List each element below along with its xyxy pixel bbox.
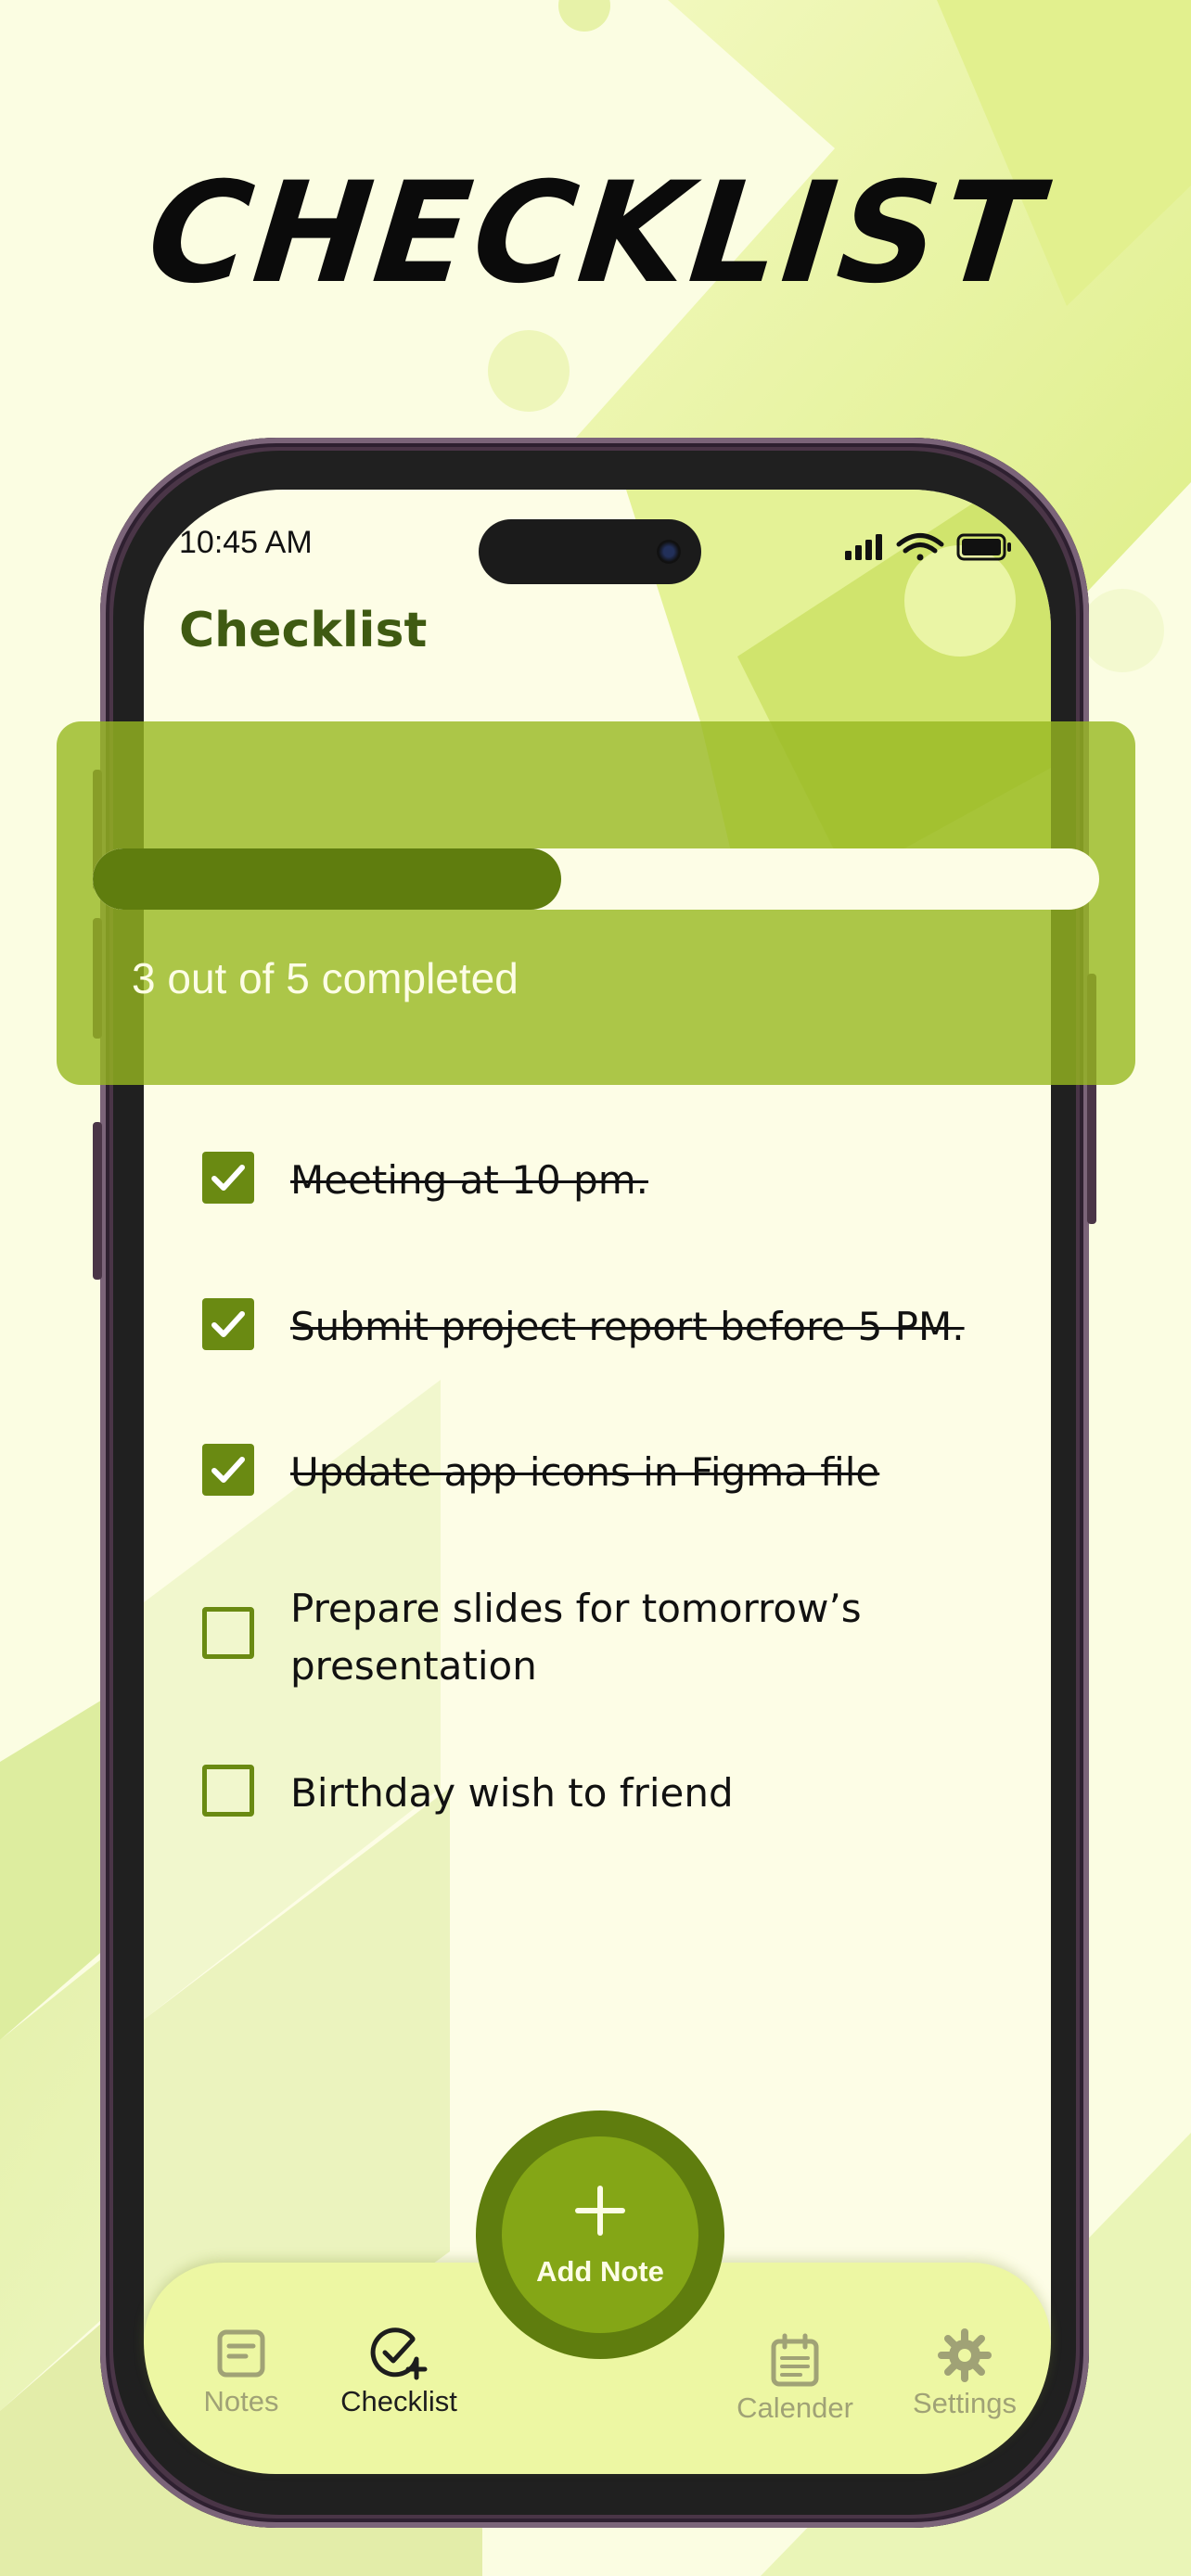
front-camera <box>657 540 681 564</box>
checklist-icon <box>370 2327 428 2380</box>
nav-label-calendar: Calender <box>736 2391 853 2424</box>
progress-bar <box>93 848 1099 910</box>
action-button <box>93 1122 102 1280</box>
checkmark-icon <box>211 1457 245 1483</box>
plus-icon <box>575 2186 625 2236</box>
task-label: Meeting at 10 pm. <box>290 1157 648 1203</box>
dynamic-island <box>479 519 701 584</box>
wifi-icon <box>896 533 944 561</box>
nav-item-notes[interactable]: Notes <box>186 2327 297 2418</box>
calendar-icon <box>771 2333 819 2387</box>
status-icons <box>839 529 1016 566</box>
add-note-button[interactable]: Add Note <box>502 2136 698 2333</box>
task-checkbox[interactable] <box>202 1152 254 1204</box>
nav-item-calendar[interactable]: Calender <box>730 2332 860 2425</box>
notes-icon <box>217 2329 265 2378</box>
checkmark-icon <box>211 1311 245 1337</box>
battery-icon <box>956 533 1011 561</box>
cellular-signal-icon <box>845 534 882 560</box>
add-note-label: Add Note <box>536 2255 664 2288</box>
screen-title: Checklist <box>179 603 428 658</box>
task-checkbox[interactable] <box>202 1765 254 1817</box>
status-time: 10:45 AM <box>179 525 313 560</box>
task-checkbox[interactable] <box>202 1444 254 1496</box>
nav-item-settings[interactable]: Settings <box>895 2327 1034 2420</box>
progress-bar-fill <box>93 848 561 910</box>
task-checkbox[interactable] <box>202 1607 254 1659</box>
nav-label-notes: Notes <box>203 2385 279 2417</box>
nav-label-settings: Settings <box>912 2387 1017 2419</box>
task-checkbox[interactable] <box>202 1298 254 1350</box>
checkmark-icon <box>211 1165 245 1191</box>
task-label: Prepare slides for tomorrow’s presentati… <box>290 1586 862 1689</box>
task-label: Submit project report before 5 PM. <box>290 1304 965 1349</box>
progress-text: 3 out of 5 completed <box>132 954 519 1002</box>
task-label: Update app icons in Figma file <box>290 1449 880 1495</box>
hero-title: CHECKLIST <box>140 153 1051 314</box>
task-label: Birthday wish to friend <box>290 1770 734 1816</box>
nav-item-checklist[interactable]: Checklist <box>329 2326 468 2418</box>
gear-icon <box>938 2328 992 2382</box>
nav-label-checklist: Checklist <box>340 2385 457 2417</box>
